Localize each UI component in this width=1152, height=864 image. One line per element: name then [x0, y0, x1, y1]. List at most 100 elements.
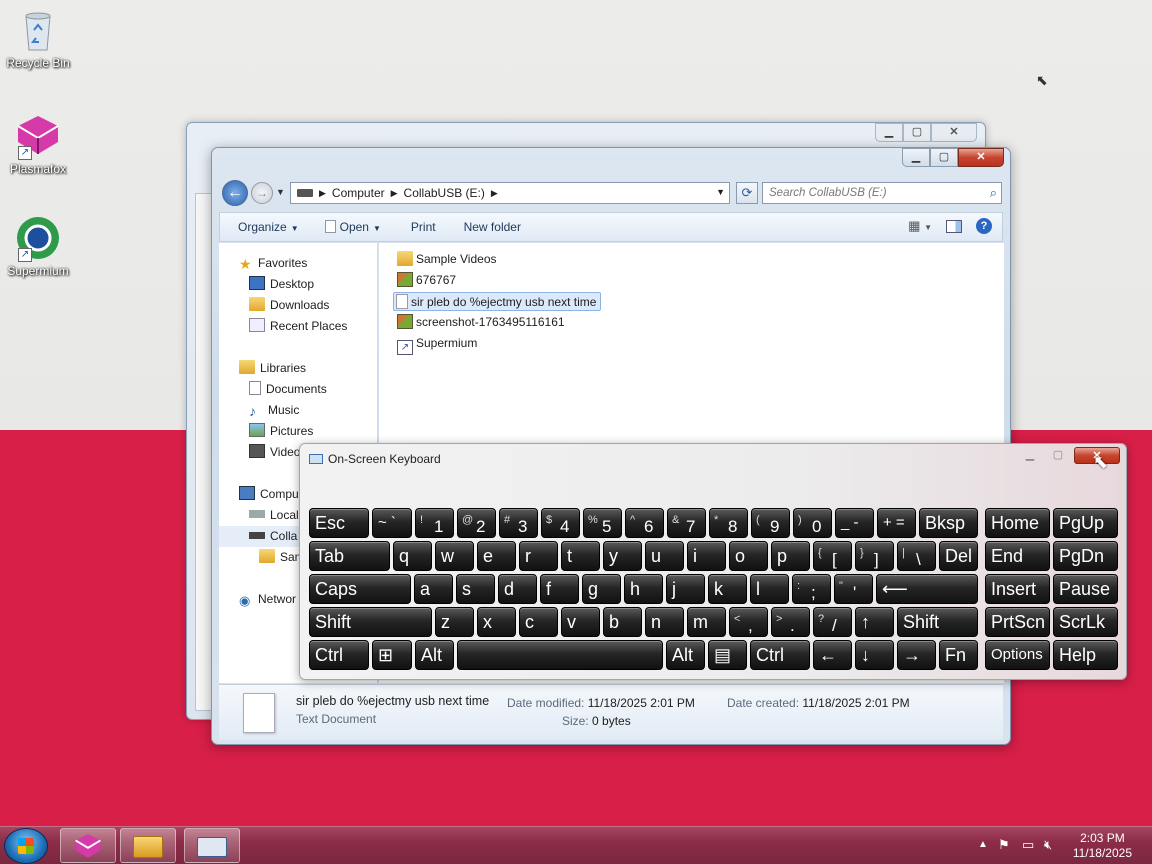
key-b[interactable]: b: [603, 607, 642, 637]
key-e[interactable]: e: [477, 541, 516, 571]
refresh-button[interactable]: ⟳: [736, 182, 758, 204]
nav-desktop[interactable]: Desktop: [249, 274, 314, 295]
key-insert[interactable]: Insert: [985, 574, 1050, 604]
key-x[interactable]: x: [477, 607, 516, 637]
on-screen-keyboard-window[interactable]: On-Screen Keyboard ▁ ▢ ✕ Esc ~ ` ! 1 @2 #…: [299, 443, 1127, 680]
key-8[interactable]: * 8: [709, 508, 748, 538]
nav-local-disk[interactable]: Local: [249, 505, 299, 526]
key-0[interactable]: ) 0: [793, 508, 832, 538]
key-t[interactable]: t: [561, 541, 600, 571]
nav-favorites[interactable]: ★ Favorites: [239, 253, 307, 274]
key-alt-right[interactable]: Alt: [666, 640, 705, 670]
clock[interactable]: 2:03 PM 11/18/2025: [1073, 831, 1132, 861]
key-n[interactable]: n: [645, 607, 684, 637]
key-left-bracket[interactable]: {[: [813, 541, 852, 571]
forward-button[interactable]: →: [251, 182, 273, 204]
nav-pictures[interactable]: Pictures: [249, 421, 313, 442]
file-item[interactable]: ↗ Supermium: [395, 334, 481, 355]
key-p[interactable]: p: [771, 541, 810, 571]
key-6[interactable]: ^ 6: [625, 508, 664, 538]
key-ctrl-right[interactable]: Ctrl: [750, 640, 810, 670]
key-caps[interactable]: Caps: [309, 574, 411, 604]
taskbar-plasmafox[interactable]: [60, 828, 116, 863]
key-w[interactable]: w: [435, 541, 474, 571]
key-pause[interactable]: Pause: [1053, 574, 1118, 604]
key-m[interactable]: m: [687, 607, 726, 637]
address-dropdown-icon[interactable]: ▼: [716, 187, 725, 197]
print-button[interactable]: Print: [411, 220, 436, 234]
minimize-button[interactable]: ▁: [902, 148, 930, 167]
key-options[interactable]: Options: [985, 640, 1050, 670]
key-s[interactable]: s: [456, 574, 495, 604]
key-9[interactable]: (9: [751, 508, 790, 538]
desktop-icon-plasmafox[interactable]: ↗ Plasmafox: [2, 112, 74, 176]
key-prtscn[interactable]: PrtScn: [985, 607, 1050, 637]
search-icon[interactable]: ⌕: [990, 185, 997, 201]
breadcrumb-computer[interactable]: Computer: [332, 186, 385, 200]
key-semicolon[interactable]: :;: [792, 574, 831, 604]
start-button[interactable]: [4, 828, 48, 864]
key-arrow-up[interactable]: ↑: [855, 607, 894, 637]
key-help[interactable]: Help: [1053, 640, 1118, 670]
minimize-button[interactable]: ▁: [1018, 447, 1042, 464]
key-ctrl-left[interactable]: Ctrl: [309, 640, 369, 670]
key-arrow-down[interactable]: ↓: [855, 640, 894, 670]
key-right-bracket[interactable]: }]: [855, 541, 894, 571]
key-comma[interactable]: <,: [729, 607, 768, 637]
key-k[interactable]: k: [708, 574, 747, 604]
key-esc[interactable]: Esc: [309, 508, 369, 538]
key-f[interactable]: f: [540, 574, 579, 604]
desktop-icon-recycle-bin[interactable]: Recycle Bin: [2, 6, 74, 70]
key-quote[interactable]: " ': [834, 574, 873, 604]
file-item[interactable]: sir pleb do %ejectmy usb next time: [393, 292, 602, 311]
maximize-button[interactable]: ▢: [1046, 447, 1070, 464]
key-period[interactable]: >.: [771, 607, 810, 637]
key-r[interactable]: r: [519, 541, 558, 571]
close-button[interactable]: ✕: [958, 148, 1004, 167]
nav-videos[interactable]: Video: [249, 442, 300, 463]
key-arrow-right[interactable]: →: [897, 640, 936, 670]
key-2[interactable]: @2: [457, 508, 496, 538]
key-o[interactable]: o: [729, 541, 768, 571]
key-plus[interactable]: + =: [877, 508, 916, 538]
key-end[interactable]: End: [985, 541, 1050, 571]
nav-libraries[interactable]: Libraries: [239, 358, 306, 379]
key-alt-left[interactable]: Alt: [415, 640, 454, 670]
change-view-icon[interactable]: ▦ ▼: [908, 218, 932, 234]
address-bar[interactable]: ▶ Computer ▶ CollabUSB (E:) ▶ ▼: [290, 182, 730, 204]
key-backspace[interactable]: Bksp: [919, 508, 978, 538]
key-l[interactable]: l: [750, 574, 789, 604]
nav-documents[interactable]: Documents: [249, 379, 327, 400]
recent-pages-dropdown[interactable]: ▼: [276, 187, 285, 197]
key-delete[interactable]: Del: [939, 541, 978, 571]
key-tilde[interactable]: ~ `: [372, 508, 412, 538]
key-d[interactable]: d: [498, 574, 537, 604]
new-folder-button[interactable]: New folder: [464, 220, 521, 234]
volume-muted-icon[interactable]: 🔇︎: [1044, 837, 1052, 853]
key-h[interactable]: h: [624, 574, 663, 604]
nav-recent-places[interactable]: Recent Places: [249, 316, 347, 337]
nav-sample-videos[interactable]: Sam: [259, 547, 305, 568]
key-scrlk[interactable]: ScrLk: [1053, 607, 1118, 637]
show-hidden-icons-icon[interactable]: ▲: [978, 839, 988, 850]
nav-downloads[interactable]: Downloads: [249, 295, 329, 316]
maximize-button[interactable]: ▢: [930, 148, 958, 167]
key-z[interactable]: z: [435, 607, 474, 637]
key-enter[interactable]: ⟵: [876, 574, 978, 604]
key-backslash[interactable]: | \: [897, 541, 936, 571]
open-button[interactable]: Open ▼: [324, 220, 381, 234]
key-3[interactable]: #3: [499, 508, 538, 538]
nav-music[interactable]: ♪ Music: [249, 400, 299, 421]
close-button[interactable]: ✕: [931, 123, 977, 142]
key-7[interactable]: & 7: [667, 508, 706, 538]
key-c[interactable]: c: [519, 607, 558, 637]
key-minus[interactable]: _ -: [835, 508, 874, 538]
back-button[interactable]: ←: [222, 180, 248, 206]
desktop-icon-supermium[interactable]: ↗ Supermium: [2, 214, 74, 278]
key-a[interactable]: a: [414, 574, 453, 604]
key-tab[interactable]: Tab: [309, 541, 390, 571]
nav-network[interactable]: ◉ Networ: [239, 589, 296, 610]
breadcrumb-separator-icon[interactable]: ▶: [391, 188, 398, 199]
key-j[interactable]: j: [666, 574, 705, 604]
key-fn[interactable]: Fn: [939, 640, 978, 670]
